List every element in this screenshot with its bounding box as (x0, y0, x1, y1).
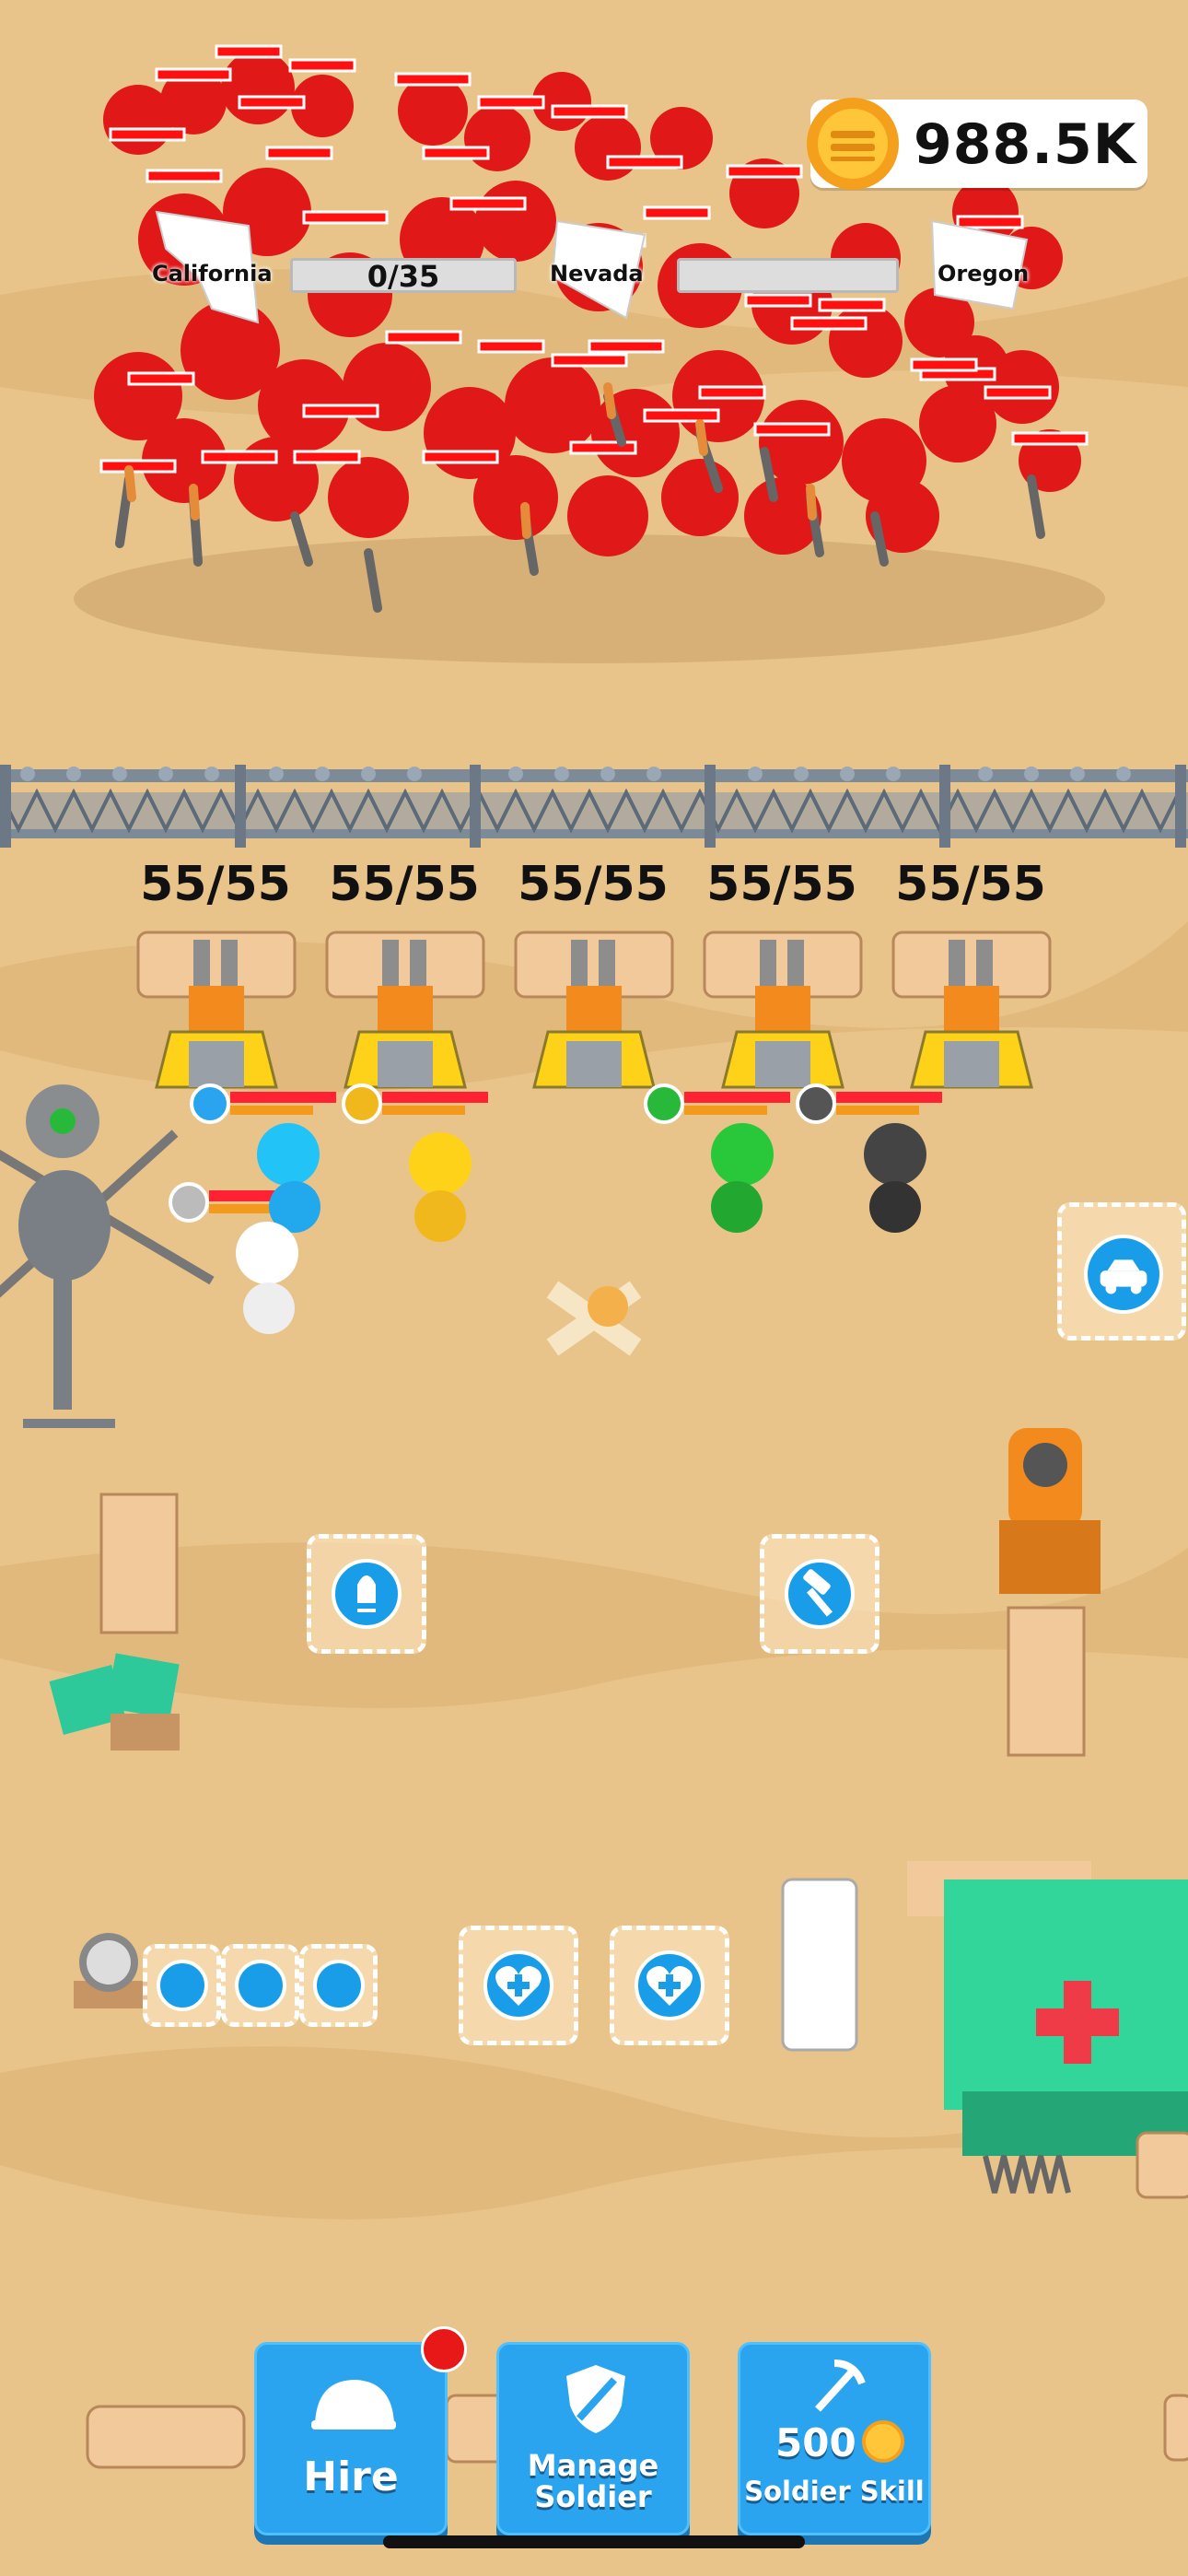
gold-coin-icon (807, 98, 899, 190)
manage-label-line2: Soldier (534, 2479, 652, 2514)
skill-label: Soldier Skill (744, 2476, 925, 2507)
soldier-skill-button[interactable]: 500 Soldier Skill (738, 2342, 931, 2535)
shield-sword-icon (566, 2365, 625, 2433)
home-indicator (383, 2535, 805, 2548)
food-slot[interactable] (143, 1944, 221, 2027)
notification-dot (421, 2326, 467, 2372)
turret-hp-label: 55/55 (895, 857, 1046, 912)
turret-hp-label: 55/55 (140, 857, 291, 912)
coin-counter: 988.5K (807, 98, 1147, 190)
pickaxe-hammer-icon (815, 2359, 866, 2412)
bullet-icon (332, 1559, 402, 1629)
meat-icon (157, 1960, 208, 2011)
helmet-icon (311, 2380, 396, 2430)
turret-hp-label: 55/55 (518, 857, 669, 912)
state-progress-text: 0/35 (367, 259, 440, 294)
heal-station[interactable] (459, 1926, 578, 2045)
state-label-california: California (152, 261, 273, 287)
heart-plus-icon (635, 1950, 705, 2020)
food-slot[interactable] (221, 1944, 299, 2027)
manage-soldier-button[interactable]: Manage Soldier (496, 2342, 690, 2535)
heart-plus-icon (483, 1950, 553, 2020)
hammer-icon (785, 1559, 855, 1629)
vehicle-station[interactable] (1057, 1202, 1186, 1341)
hire-label: Hire (303, 2453, 399, 2500)
state-progress-bar: 0/35 (290, 258, 517, 294)
manage-label-line1: Manage (527, 2448, 659, 2483)
coin-amount: 988.5K (914, 112, 1137, 177)
skill-cost: 500 (775, 2420, 856, 2465)
meat-icon (235, 1960, 286, 2011)
game-scene (0, 0, 1188, 2576)
barbed-fence (0, 765, 1188, 848)
gold-coin-icon (862, 2420, 904, 2463)
hire-button[interactable]: Hire (254, 2326, 467, 2535)
build-station[interactable] (760, 1534, 879, 1654)
food-slot[interactable] (299, 1944, 378, 2027)
heal-station[interactable] (610, 1926, 729, 2045)
car-icon (1084, 1235, 1163, 1314)
ammo-station[interactable] (307, 1534, 426, 1654)
state-label-oregon: Oregon (938, 261, 1030, 287)
state-label-nevada: Nevada (550, 261, 644, 287)
turret-hp-label: 55/55 (706, 857, 857, 912)
turret-hp-label: 55/55 (329, 857, 480, 912)
state-progress-bar-nevada (677, 258, 899, 293)
meat-icon (313, 1960, 365, 2011)
